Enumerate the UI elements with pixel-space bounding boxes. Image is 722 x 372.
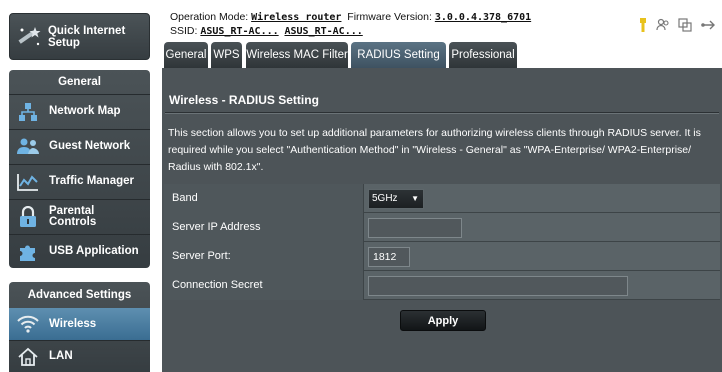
advanced-settings-menu: Advanced Settings Wireless LAN <box>9 282 150 372</box>
server-port-input[interactable]: 1812 <box>368 246 410 267</box>
connection-secret-label: Connection Secret <box>164 271 364 300</box>
band-select-value: 5GHz <box>372 193 398 204</box>
status-header: Operation Mode: Wireless router Firmware… <box>162 0 722 42</box>
wifi-icon <box>15 311 41 337</box>
title-divider <box>165 112 719 114</box>
sidebar-item-lan[interactable]: LAN <box>9 341 150 372</box>
tab-professional[interactable]: Professional <box>449 42 517 68</box>
users-icon[interactable] <box>656 18 670 37</box>
connection-secret-input[interactable] <box>368 275 628 296</box>
copy-icon[interactable] <box>678 18 692 37</box>
advanced-settings-title: Advanced Settings <box>27 289 132 301</box>
header-status-icons <box>638 18 716 37</box>
lock-icon <box>15 204 41 230</box>
server-ip-input[interactable] <box>368 217 462 238</box>
ssid-2g-link[interactable]: ASUS_RT-AC... <box>200 26 278 37</box>
sidebar-item-wireless[interactable]: Wireless <box>9 308 150 340</box>
sidebar-item-usb-application[interactable]: USB Application <box>9 234 150 269</box>
tab-general[interactable]: General <box>164 42 208 68</box>
sidebar-item-label: Network Map <box>49 105 121 117</box>
server-port-row: Server Port: 1812 <box>164 242 720 271</box>
tab-wireless-mac-filter[interactable]: Wireless MAC Filter <box>246 42 348 68</box>
ssid-label: SSID: <box>170 25 198 37</box>
network-map-icon <box>15 99 41 125</box>
apply-button[interactable]: Apply <box>400 310 486 331</box>
sidebar-item-label: USB Application <box>49 245 139 257</box>
operation-mode-label: Operation Mode: <box>170 11 249 23</box>
band-label: Band <box>164 184 364 213</box>
server-ip-row: Server IP Address <box>164 213 720 242</box>
sidebar-item-label: Wireless <box>49 317 97 330</box>
sidebar-item-label: Parental Controls <box>49 204 97 228</box>
usb-icon[interactable] <box>638 18 648 37</box>
firmware-label: Firmware Version: <box>347 11 432 23</box>
quick-internet-setup-label: Quick Internet Setup <box>47 24 126 49</box>
sidebar-item-label: Guest Network <box>49 140 131 152</box>
sidebar-item-traffic-manager[interactable]: Traffic Manager <box>9 164 150 199</box>
tab-radius-setting[interactable]: RADIUS Setting <box>351 42 446 68</box>
radius-settings-panel: Wireless - RADIUS Setting This section a… <box>162 68 722 372</box>
sidebar-item-parental-controls[interactable]: Parental Controls <box>9 199 150 234</box>
ssid-5g-link[interactable]: ASUS_RT-AC... <box>284 26 362 37</box>
quick-internet-setup-button[interactable]: Quick Internet Setup <box>9 13 150 60</box>
home-icon <box>15 344 41 370</box>
page-description: This section allows you to set up additi… <box>168 127 701 173</box>
operation-mode-link[interactable]: Wireless router <box>251 12 341 23</box>
general-menu: General Network Map Guest Network Traffi… <box>9 70 150 268</box>
band-select[interactable]: 5GHz ▼ <box>368 188 424 209</box>
sidebar-item-label: LAN <box>49 350 73 362</box>
firmware-version-link[interactable]: 3.0.0.4.378_6701 <box>435 12 531 23</box>
guest-network-icon <box>15 134 41 160</box>
connection-secret-row: Connection Secret <box>164 271 720 300</box>
traffic-manager-icon <box>15 169 41 195</box>
sidebar-item-network-map[interactable]: Network Map <box>9 94 150 129</box>
sidebar: Quick Internet Setup General Network Map… <box>0 0 162 372</box>
tab-bar: General WPS Wireless MAC Filter RADIUS S… <box>162 42 722 68</box>
network-icon[interactable] <box>700 18 716 37</box>
general-menu-title: General <box>58 76 101 88</box>
puzzle-icon <box>15 239 41 265</box>
page-title: Wireless - RADIUS Setting <box>169 93 319 107</box>
server-port-label: Server Port: <box>164 242 364 271</box>
server-ip-label: Server IP Address <box>164 213 364 242</box>
magic-wand-icon <box>16 22 43 52</box>
band-row: Band 5GHz ▼ <box>164 184 720 213</box>
sidebar-item-label: Traffic Manager <box>49 175 134 187</box>
chevron-down-icon: ▼ <box>411 194 419 203</box>
sidebar-item-guest-network[interactable]: Guest Network <box>9 129 150 164</box>
tab-wps[interactable]: WPS <box>211 42 242 68</box>
